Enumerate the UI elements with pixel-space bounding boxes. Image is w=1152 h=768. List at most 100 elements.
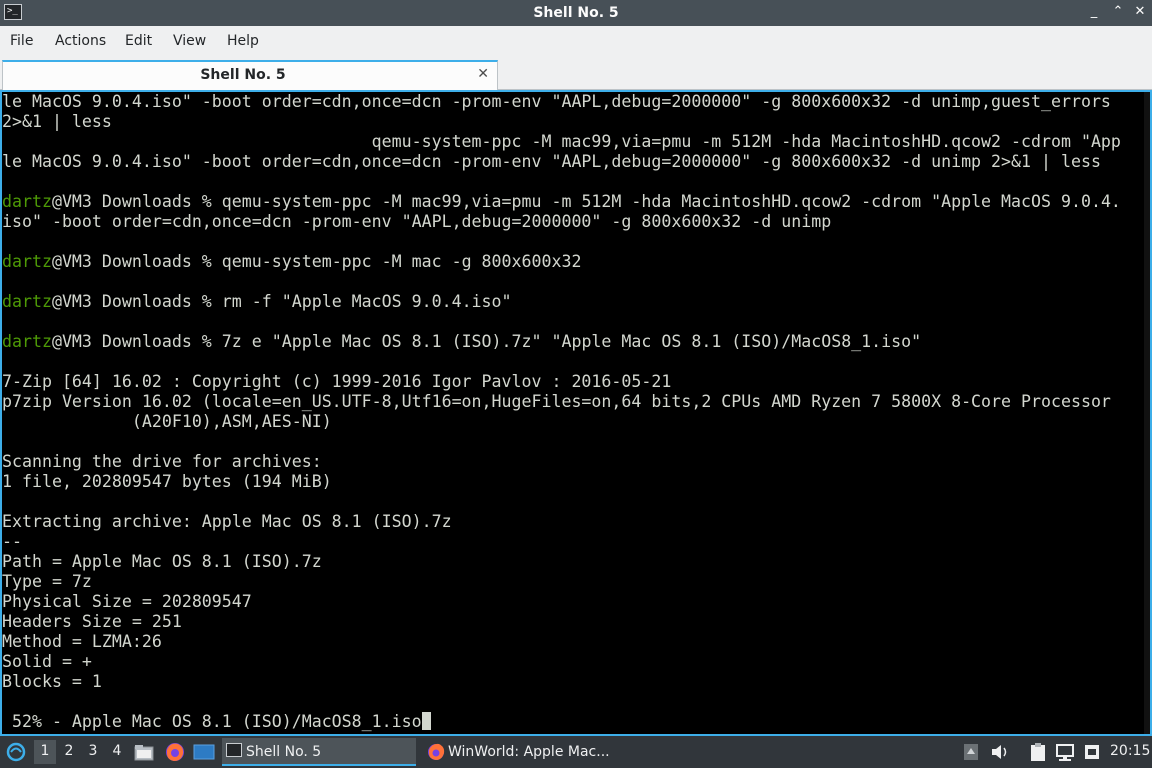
restore-button[interactable]: ⌃ [1108,2,1128,22]
line-text: le MacOS 9.0.4.iso" -boot order=cdn,once… [2,152,1101,171]
text-cursor [421,712,431,730]
prompt-user: dartz [2,252,52,271]
terminal-scrollbar[interactable] [1144,92,1150,734]
line-text: (A20F10),ASM,AES-NI) [2,412,332,431]
line-text: Solid = + [2,652,92,671]
line-text: Path = Apple Mac OS 8.1 (ISO).7z [2,552,322,571]
taskbar: 1 2 3 4 Shell No. 5 WinWorld: Apple Mac.… [0,736,1152,768]
prompt-host-path: @VM3 Downloads % [51,332,222,351]
terminal-line: dartz@VM3 Downloads % rm -f "Apple MacOS… [2,292,1121,312]
line-text: Extracting archive: Apple Mac OS 8.1 (IS… [2,512,452,531]
desktop-1[interactable]: 1 [35,743,55,759]
line-text: 1 file, 202809547 bytes (194 MiB) [2,472,332,491]
terminal-output: le MacOS 9.0.4.iso" -boot order=cdn,once… [2,92,1121,732]
terminal-line: Blocks = 1 [2,672,1121,692]
prompt-host-path: @VM3 Downloads % [51,252,222,271]
tab-shell-5[interactable]: Shell No. 5 ✕ [2,60,498,90]
terminal-line: 52% - Apple Mac OS 8.1 (ISO)/MacOS8_1.is… [2,712,1121,732]
line-text: 7z e "Apple Mac OS 8.1 (ISO).7z" "Apple … [221,332,922,351]
terminal-line: le MacOS 9.0.4.iso" -boot order=cdn,once… [2,152,1121,172]
terminal-line: dartz@VM3 Downloads % 7z e "Apple Mac OS… [2,332,1121,352]
task-shell-5[interactable]: Shell No. 5 [222,738,416,766]
menu-bar: File Actions Edit View Help [0,26,1152,58]
terminal-icon [226,743,242,757]
terminal-line: Physical Size = 202809547 [2,592,1121,612]
terminal-line: Headers Size = 251 [2,612,1121,632]
line-text: Physical Size = 202809547 [2,592,252,611]
desktop-2[interactable]: 2 [59,743,79,759]
task-label: WinWorld: Apple Mac... [448,744,610,760]
terminal-line: 1 file, 202809547 bytes (194 MiB) [2,472,1121,492]
tab-close-icon[interactable]: ✕ [477,66,489,82]
clock[interactable]: 20:15 [1110,743,1150,759]
window-titlebar[interactable]: >_ Shell No. 5 _ ⌃ ✕ [0,0,1152,26]
terminal-line: Method = LZMA:26 [2,632,1121,652]
task-label: Shell No. 5 [246,744,322,760]
terminal-line: Path = Apple Mac OS 8.1 (ISO).7z [2,552,1121,572]
terminal-line: -- [2,532,1121,552]
firefox-icon [428,743,445,760]
terminal-line: qemu-system-ppc -M mac99,via=pmu -m 512M… [2,132,1121,152]
terminal-line: iso" -boot order=cdn,once=dcn -prom-env … [2,212,1121,232]
line-text: Type = 7z [2,572,92,591]
volume-icon[interactable] [990,743,1010,761]
terminal-line: le MacOS 9.0.4.iso" -boot order=cdn,once… [2,92,1121,112]
line-text: Method = LZMA:26 [2,632,162,651]
line-text: qemu-system-ppc -M mac99,via=pmu -m 512M… [2,132,1121,151]
menu-edit[interactable]: Edit [125,33,152,49]
file-manager-icon[interactable] [134,743,154,761]
terminal-line: Scanning the drive for archives: [2,452,1121,472]
firefox-icon[interactable] [164,742,186,762]
line-text: qemu-system-ppc -M mac99,via=pmu -m 512M… [221,192,1121,211]
line-text: Scanning the drive for archives: [2,452,322,471]
application-launcher-icon[interactable] [5,742,27,762]
line-text: le MacOS 9.0.4.iso" -boot order=cdn,once… [2,92,1111,111]
prompt-host-path: @VM3 Downloads % [51,192,222,211]
prompt-host-path: @VM3 Downloads % [51,292,222,311]
power-management-icon[interactable] [1082,742,1102,762]
terminal-line: p7zip Version 16.02 (locale=en_US.UTF-8,… [2,392,1121,412]
terminal-line: dartz@VM3 Downloads % qemu-system-ppc -M… [2,252,1121,272]
desktop-4[interactable]: 4 [107,743,127,759]
line-text: 52% - Apple Mac OS 8.1 (ISO)/MacOS8_1.is… [2,712,422,731]
menu-help[interactable]: Help [227,33,259,49]
line-text: iso" -boot order=cdn,once=dcn -prom-env … [2,212,832,231]
desktop-3[interactable]: 3 [83,743,103,759]
terminal-line: 7-Zip [64] 16.02 : Copyright (c) 1999-20… [2,372,1121,392]
menu-view[interactable]: View [173,33,206,49]
clipboard-icon[interactable] [1028,742,1048,762]
terminal-line: 2>&1 | less [2,112,1121,132]
menu-actions[interactable]: Actions [55,33,106,49]
line-text: Blocks = 1 [2,672,102,691]
terminal-line: Extracting archive: Apple Mac OS 8.1 (IS… [2,512,1121,532]
terminal-line: dartz@VM3 Downloads % qemu-system-ppc -M… [2,192,1121,212]
tab-bar: Shell No. 5 ✕ [0,58,1152,90]
line-text: rm -f "Apple MacOS 9.0.4.iso" [221,292,512,311]
close-button[interactable]: ✕ [1130,2,1150,22]
show-desktop-icon[interactable] [193,743,215,761]
line-text: 7-Zip [64] 16.02 : Copyright (c) 1999-20… [2,372,672,391]
prompt-user: dartz [2,292,52,311]
task-winworld[interactable]: WinWorld: Apple Mac... [424,738,624,766]
line-text: Headers Size = 251 [2,612,182,631]
terminal-line: (A20F10),ASM,AES-NI) [2,412,1121,432]
terminal-line: Solid = + [2,652,1121,672]
network-icon[interactable] [1055,742,1075,762]
terminal-view[interactable]: le MacOS 9.0.4.iso" -boot order=cdn,once… [0,90,1152,736]
prompt-user: dartz [2,192,52,211]
minimize-button[interactable]: _ [1084,2,1104,22]
window-title: Shell No. 5 [533,5,619,21]
prompt-user: dartz [2,332,52,351]
line-text: p7zip Version 16.02 (locale=en_US.UTF-8,… [2,392,1111,411]
terminal-line: Type = 7z [2,572,1121,592]
menu-file[interactable]: File [10,33,33,49]
scroll-up-icon[interactable] [963,743,979,761]
